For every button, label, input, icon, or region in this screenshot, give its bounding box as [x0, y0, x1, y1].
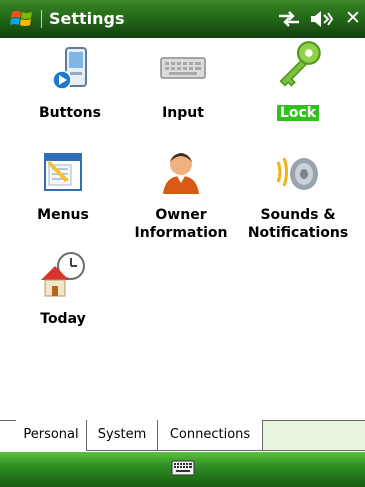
settings-item-lock[interactable]: Lock [248, 41, 348, 126]
today-house-clock-icon [41, 252, 85, 297]
settings-item-owner-information[interactable]: Owner Information [126, 148, 236, 248]
volume-icon[interactable] [309, 10, 333, 28]
settings-item-menus[interactable]: Menus [13, 148, 113, 228]
tab-connections[interactable]: Connections [158, 420, 263, 451]
key-icon [279, 41, 321, 87]
lock-label-text: Lock [276, 105, 320, 121]
sounds-label-line2: Notifications [247, 225, 349, 241]
connectivity-icon[interactable] [277, 10, 301, 28]
buttons-pda-icon [52, 47, 87, 90]
settings-item-sounds-notifications[interactable]: Sounds & Notifications [236, 148, 360, 248]
menus-icon [44, 153, 82, 191]
title-separator [41, 10, 42, 28]
buttons-label: Buttons [39, 105, 101, 121]
menus-label: Menus [37, 207, 89, 223]
owner-label-line2: Information [134, 225, 228, 241]
owner-icon [163, 153, 199, 194]
owner-label-line1: Owner [155, 207, 207, 223]
close-button[interactable]: ✕ [344, 7, 362, 29]
tab-personal[interactable]: Personal [16, 420, 87, 451]
window-title: Settings [49, 9, 125, 28]
input-label: Input [162, 105, 204, 121]
sounds-label-line1: Sounds & [260, 207, 336, 223]
title-bar: Settings ✕ [0, 0, 365, 38]
tab-bar-filler [263, 421, 365, 451]
keyboard-icon [160, 57, 206, 79]
settings-item-input[interactable]: Input [133, 44, 233, 126]
lock-label: Lock [248, 104, 348, 122]
today-label: Today [40, 311, 86, 327]
settings-item-buttons[interactable]: Buttons [20, 44, 120, 126]
settings-item-today[interactable]: Today [13, 250, 113, 330]
windows-start-icon[interactable] [10, 8, 34, 30]
speaker-icon [276, 157, 318, 190]
tab-system[interactable]: System [87, 420, 158, 451]
keyboard-sip-icon[interactable] [171, 459, 195, 477]
